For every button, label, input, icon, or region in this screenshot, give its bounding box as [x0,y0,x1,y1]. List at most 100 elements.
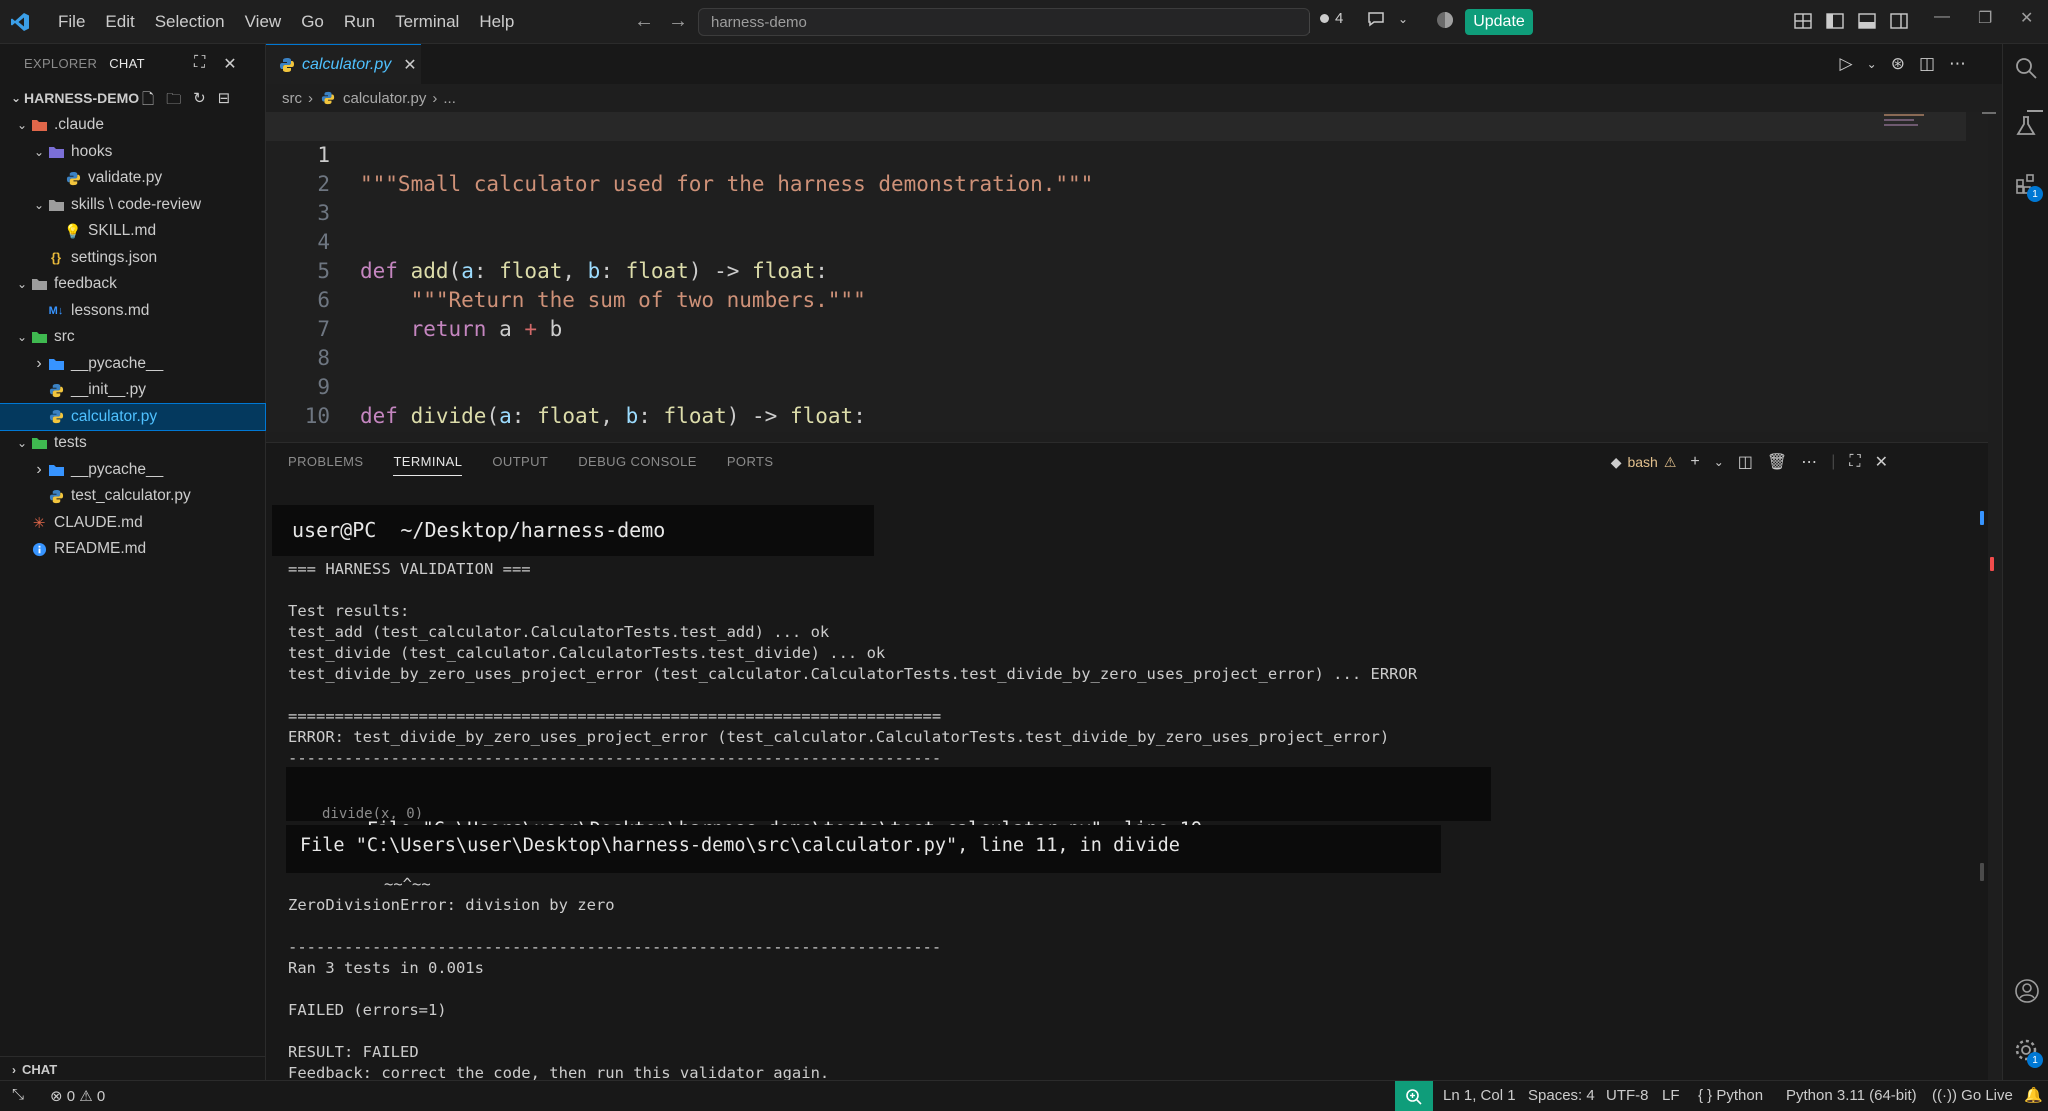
tab-terminal[interactable]: TERMINAL [393,454,463,476]
tree-file[interactable]: ✳ CLAUDE.md [0,510,265,537]
maximize-icon[interactable]: ⛶ [194,54,205,74]
new-folder-icon[interactable]: 🗀 [166,89,181,114]
tree-folder[interactable]: ⌄ skills \ code-review [0,192,265,219]
maximize-panel-icon[interactable]: ⛶ [1849,453,1860,471]
tree-folder[interactable]: › __pycache__ [0,351,265,378]
error-icon: ⊗ [50,1088,63,1105]
chevron-down-icon[interactable]: ⌄ [1398,12,1408,26]
toggle-secondary-sidebar-icon[interactable] [1890,12,1908,35]
search-icon[interactable] [2014,56,2038,86]
more-actions-icon[interactable]: ⋯ [1801,452,1817,472]
tree-folder[interactable]: ⌄ .claude [0,112,265,139]
zoom-icon[interactable] [1395,1081,1433,1111]
close-icon[interactable]: ✕ [223,54,236,74]
menu-help[interactable]: Help [469,6,524,38]
breadcrumb-symbol[interactable]: ... [443,90,456,107]
tree-file[interactable]: M↓ lessons.md [0,298,265,325]
tab-output[interactable]: OUTPUT [492,454,548,469]
refresh-icon[interactable]: ↻ [193,89,206,114]
tree-folder[interactable]: ⌄ src [0,324,265,351]
problems-status[interactable]: ⊗ 0 ⚠ 0 [50,1087,105,1105]
tree-file[interactable]: validate.py [0,165,265,192]
python-interpreter[interactable]: Python 3.11 (64-bit) [1786,1087,1917,1104]
tree-file[interactable]: test_calculator.py [0,483,265,510]
chevron-down-icon: ⌄ [16,330,28,345]
folder-claude-icon [30,117,48,133]
minimap[interactable] [1884,112,1930,130]
tree-folder[interactable]: › __pycache__ [0,457,265,484]
terminal-prompt: user@PC ~/Desktop/harness-demo [272,505,874,556]
code-line: 7 [266,286,1966,341]
menu-go[interactable]: Go [291,6,334,38]
remote-icon[interactable]: ⤡ [12,1086,24,1103]
tab-chat[interactable]: CHAT [109,56,157,71]
breadcrumb-file[interactable]: calculator.py [343,90,426,107]
tab-problems[interactable]: PROBLEMS [288,454,363,469]
chat-section-header[interactable]: › CHAT [0,1056,266,1082]
terminal-scrollbar[interactable] [1980,863,1984,881]
indentation[interactable]: Spaces: 4 [1528,1087,1595,1104]
close-window-icon[interactable]: ✕ [2020,8,2033,28]
end-of-line[interactable]: LF [1662,1087,1680,1104]
update-button[interactable]: Update [1465,9,1533,35]
breadcrumb-src[interactable]: src [282,90,302,107]
collapse-all-icon[interactable]: ⊟ [218,89,231,114]
menu-edit[interactable]: Edit [95,6,144,38]
new-terminal-icon[interactable]: + [1690,453,1699,471]
menu-file[interactable]: File [48,6,95,38]
layout-customize-icon[interactable] [1794,12,1812,35]
tab-calculator-py[interactable]: calculator.py ✕ [266,44,421,84]
tree-file[interactable]: {} settings.json [0,245,265,272]
close-tab-icon[interactable]: ✕ [403,55,416,75]
chat-feedback-icon[interactable] [1366,9,1386,34]
run-icon[interactable]: ▷ [1840,54,1853,74]
menu-run[interactable]: Run [334,6,385,38]
restore-icon[interactable]: ❐ [1978,8,1992,28]
new-file-icon[interactable]: 🗋 [142,89,154,114]
menu-view[interactable]: View [235,6,292,38]
tree-file[interactable]: 💡 SKILL.md [0,218,265,245]
encoding[interactable]: UTF-8 [1606,1087,1649,1104]
language-mode[interactable]: { } Python [1698,1087,1763,1104]
menu-terminal[interactable]: Terminal [385,6,469,38]
tab-debug-console[interactable]: DEBUG CONSOLE [578,454,697,469]
trash-icon[interactable]: 🗑 [1767,452,1787,472]
chevron-down-icon: ⌄ [33,144,45,159]
tab-ports[interactable]: PORTS [727,454,774,469]
more-actions-icon[interactable]: ⋯ [1949,54,1966,74]
go-live[interactable]: ((·)) Go Live [1932,1087,2013,1104]
code-line: 8 [266,315,1966,370]
tree-file[interactable]: calculator.py [0,402,266,431]
tree-file[interactable]: README.md [0,536,265,563]
chevron-down-icon[interactable]: ⌄ [1714,455,1724,469]
minimize-icon[interactable] [2027,110,2043,112]
close-panel-icon[interactable]: ✕ [1875,452,1888,472]
split-editor-icon[interactable]: ◫ [1919,54,1935,74]
problems-count: 4 [1335,10,1344,27]
split-terminal-icon[interactable]: ◫ [1738,452,1753,472]
terminal-shell-selector[interactable]: ◆ bash ⚠ [1611,454,1677,471]
tree-folder[interactable]: ⌄ hooks [0,139,265,166]
tree-folder[interactable]: ⌄ feedback [0,271,265,298]
menu-selection[interactable]: Selection [145,6,235,38]
tree-file[interactable]: __init__.py [0,377,265,404]
back-arrow-icon[interactable]: ← [634,10,654,33]
testing-flask-icon[interactable] [2014,114,2038,144]
minimize-icon[interactable]: — [1934,8,1950,26]
forward-arrow-icon[interactable]: → [668,10,688,33]
tree-folder[interactable]: ⌄ tests [0,430,265,457]
code-editor[interactable]: 1 """Small calculator used for the harne… [266,112,1988,432]
chevron-down-icon[interactable]: ⌄ [1867,57,1877,74]
toggle-sidebar-icon[interactable] [1826,12,1844,35]
problems-indicator[interactable]: 4 [1320,10,1343,27]
notifications-bell-icon[interactable]: 🔔 [2024,1086,2043,1104]
tab-explorer[interactable]: EXPLORER [0,56,109,71]
command-center-search[interactable]: harness-demo [698,8,1310,36]
bottom-panel: PROBLEMS TERMINAL OUTPUT DEBUG CONSOLE P… [266,442,1994,1088]
account-icon[interactable] [2014,978,2040,1010]
cursor-position[interactable]: Ln 1, Col 1 [1443,1087,1516,1104]
toggle-panel-icon[interactable] [1858,12,1876,35]
copilot-account-icon[interactable] [1435,10,1455,35]
openai-icon[interactable]: ⊛ [1891,54,1905,74]
terminal-line: Test results: [288,602,410,620]
